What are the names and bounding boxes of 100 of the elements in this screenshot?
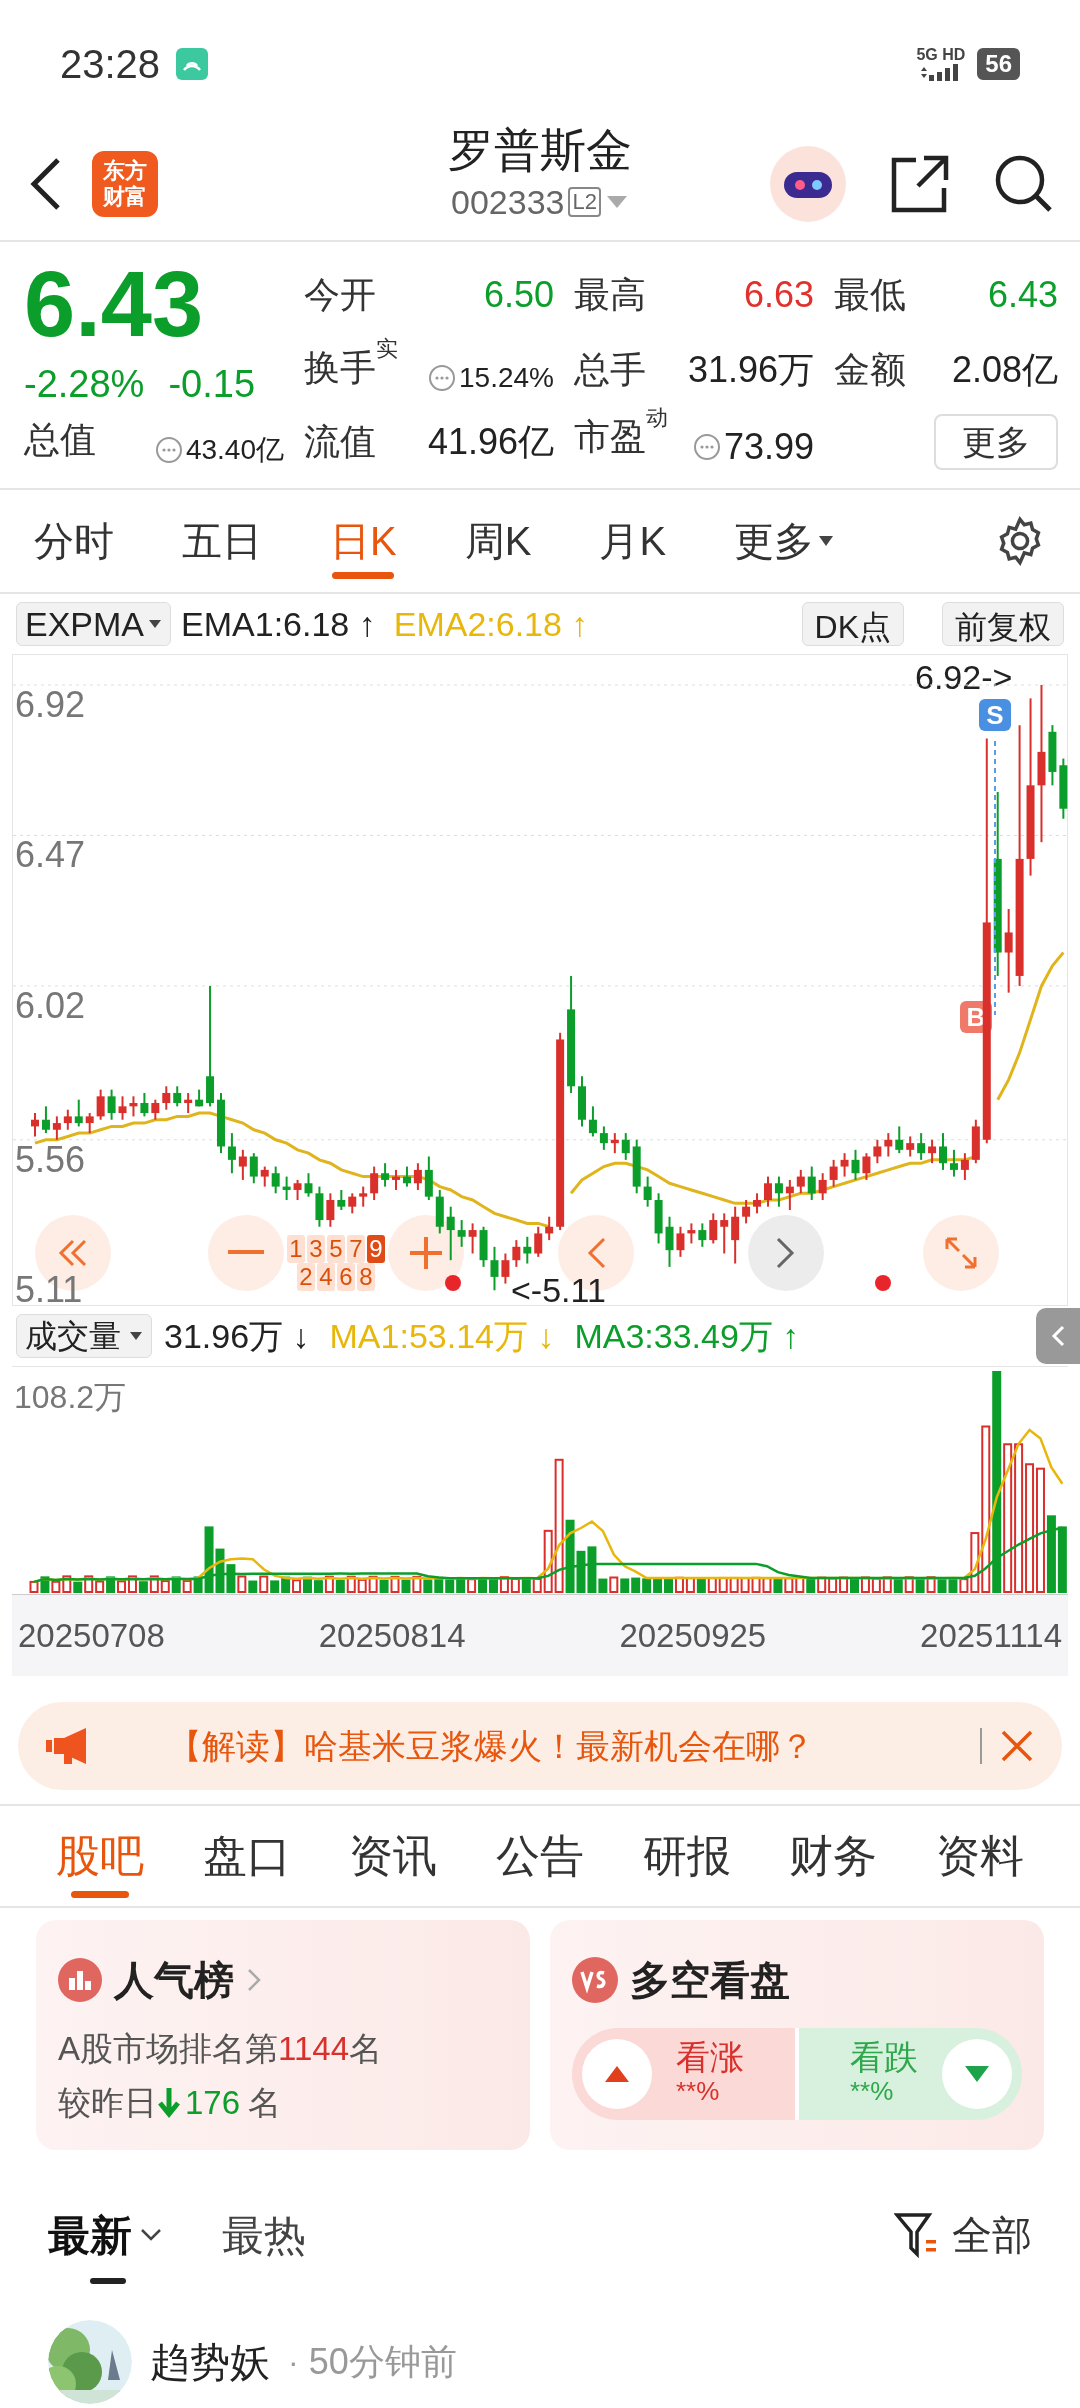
sequence-marker: 1 xyxy=(287,1235,305,1263)
candle xyxy=(862,1152,871,1181)
network-label: 5G HD xyxy=(916,47,966,63)
date-axis-label: 20250708 xyxy=(18,1615,165,1656)
candle xyxy=(140,1092,149,1118)
info-icon[interactable] xyxy=(429,365,456,391)
sort-tab[interactable]: 最热 xyxy=(222,2190,306,2280)
candle xyxy=(654,1192,663,1245)
section-tab[interactable]: 财务 xyxy=(789,1806,878,1906)
popularity-card[interactable]: 人气榜 A股市场排名第1144名 较昨日 176 名 xyxy=(36,1920,530,2150)
period-tab[interactable]: 五日 xyxy=(182,489,262,593)
stat-value: 6.63 xyxy=(743,273,814,317)
period-tab[interactable]: 月K xyxy=(599,489,667,593)
info-icon[interactable] xyxy=(693,434,720,460)
candle xyxy=(52,1115,61,1141)
sort-tab[interactable]: 最新 xyxy=(48,2190,162,2280)
candle xyxy=(632,1138,641,1195)
candle xyxy=(578,1075,586,1128)
candle xyxy=(960,1152,969,1181)
rank-change-unit: 名 xyxy=(248,2082,282,2123)
search-icon[interactable] xyxy=(994,154,1054,214)
dk-button[interactable]: DK点 xyxy=(801,602,904,646)
candle xyxy=(479,1225,488,1268)
caret-icon[interactable] xyxy=(604,194,629,210)
candle xyxy=(326,1192,335,1228)
sequence-marker: 7 xyxy=(347,1235,365,1263)
candle xyxy=(534,1225,543,1258)
candle xyxy=(873,1138,882,1165)
period-tab[interactable]: 分时 xyxy=(34,489,114,593)
bullish-button[interactable]: 看涨 **% xyxy=(572,2028,795,2120)
candle xyxy=(829,1158,838,1188)
candle xyxy=(238,1148,247,1181)
adjust-button[interactable]: 前复权 xyxy=(942,602,1064,646)
robot-icon[interactable] xyxy=(770,146,846,222)
candle xyxy=(249,1152,258,1185)
candle xyxy=(359,1185,368,1208)
section-tab[interactable]: 股吧 xyxy=(56,1806,144,1906)
post-time: 50分钟前 xyxy=(308,2340,457,2384)
candle xyxy=(85,1112,94,1135)
more-button[interactable]: 更多 xyxy=(934,414,1058,470)
down-triangle-icon xyxy=(964,2065,990,2083)
down-arrow-icon xyxy=(157,2086,181,2119)
candle xyxy=(304,1172,313,1198)
section-tab[interactable]: 公告 xyxy=(495,1806,584,1906)
close-icon[interactable] xyxy=(1000,1729,1034,1763)
card-title: 人气榜 xyxy=(114,1957,234,2004)
candle xyxy=(337,1188,346,1211)
candle xyxy=(151,1098,160,1121)
low-price-label: <-5.11 xyxy=(511,1273,606,1307)
filter-label[interactable]: 全部 xyxy=(952,2205,1032,2265)
period-tab[interactable]: 日K xyxy=(330,489,397,593)
candle xyxy=(74,1098,83,1128)
indicator-selector[interactable]: EXPMA xyxy=(16,602,172,646)
vs-card[interactable]: 多空看盘 看涨 **% 看跌 **% xyxy=(550,1920,1044,2150)
vs-icon xyxy=(572,1957,618,2003)
change-amount: -0.15 xyxy=(168,362,256,407)
share-icon[interactable] xyxy=(890,154,950,214)
price-axis-label: 6.02 xyxy=(15,987,86,1024)
info-icon[interactable] xyxy=(155,437,182,463)
candle xyxy=(687,1222,696,1245)
stat-value: 6.43 xyxy=(987,273,1058,317)
candle xyxy=(928,1138,937,1165)
candle xyxy=(512,1239,521,1268)
sequence-marker: 5 xyxy=(327,1235,345,1263)
candle xyxy=(96,1088,105,1121)
section-tab[interactable]: 盘口 xyxy=(202,1806,291,1906)
stat-label: 最高 xyxy=(574,273,646,317)
sequence-marker: 8 xyxy=(357,1263,375,1291)
stock-code: 002333 xyxy=(451,182,565,223)
ma3-value: MA3:33.49万 ↑ xyxy=(574,1315,800,1357)
caret-icon xyxy=(129,1331,143,1341)
candle xyxy=(129,1095,138,1118)
volume-value: 31.96万 ↓ xyxy=(164,1315,310,1357)
candle xyxy=(742,1199,751,1225)
stat-label: 金额 xyxy=(834,348,906,392)
collapse-button[interactable] xyxy=(1036,1308,1080,1364)
stat-value: 73.99 xyxy=(723,425,814,469)
sequence-marker: 9 xyxy=(367,1235,385,1263)
candle xyxy=(162,1085,171,1111)
date-axis-label: 20251114 xyxy=(920,1615,1062,1656)
section-tab[interactable]: 研报 xyxy=(642,1806,731,1906)
notification-icon xyxy=(176,48,209,80)
candle xyxy=(665,1215,674,1268)
period-tab[interactable]: 更多 xyxy=(734,489,835,593)
candle xyxy=(764,1175,772,1208)
price-axis-label: 5.56 xyxy=(15,1141,86,1178)
section-tab[interactable]: 资讯 xyxy=(349,1806,438,1906)
candle xyxy=(424,1155,433,1201)
candle xyxy=(939,1132,947,1171)
candle xyxy=(370,1165,379,1201)
card-title: 多空看盘 xyxy=(630,1957,790,2004)
minus-icon xyxy=(228,1250,264,1256)
volume-selector[interactable]: 成交量 xyxy=(16,1314,152,1358)
candle xyxy=(971,1118,980,1165)
candle xyxy=(698,1222,707,1248)
rank-change-value: 176 xyxy=(185,2082,241,2123)
caret-icon xyxy=(148,619,163,629)
section-tab[interactable]: 资料 xyxy=(935,1806,1024,1906)
ranking-icon xyxy=(58,1958,102,2002)
period-tab[interactable]: 周K xyxy=(464,489,532,593)
